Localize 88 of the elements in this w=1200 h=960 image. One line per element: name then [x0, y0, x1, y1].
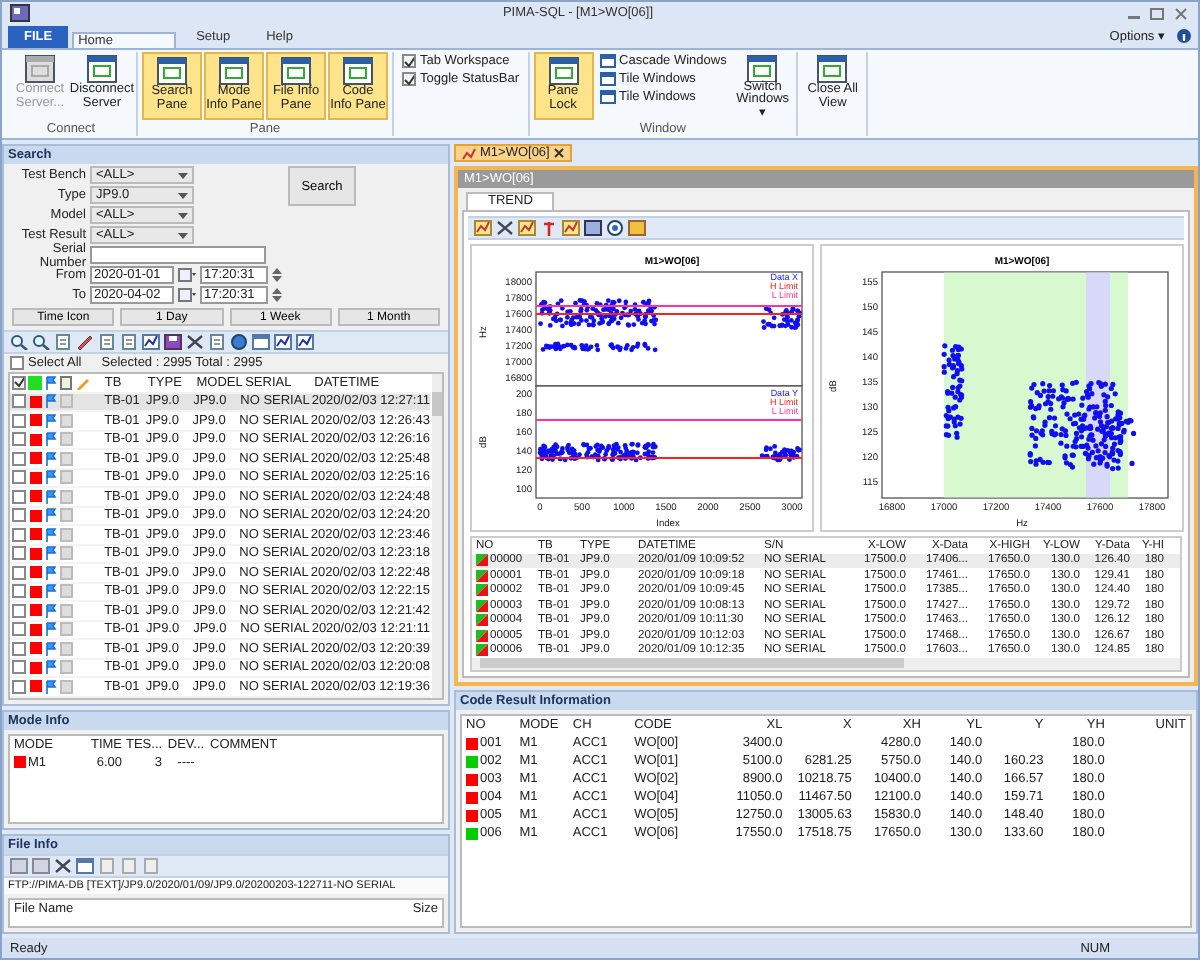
chart-icon[interactable] — [274, 334, 292, 350]
window-icon[interactable] — [76, 857, 94, 873]
caret-icon — [178, 231, 188, 239]
globe-icon[interactable] — [606, 220, 624, 236]
search-icon[interactable] — [32, 334, 50, 350]
caret-icon — [178, 191, 188, 199]
window-icon — [547, 56, 580, 86]
spinner-icon[interactable] — [272, 268, 282, 282]
calendar-icon[interactable] — [178, 288, 196, 302]
pencil-icon[interactable] — [76, 334, 94, 350]
row-checkbox[interactable] — [11, 489, 26, 504]
row-checkbox[interactable] — [11, 451, 26, 466]
row-checkbox[interactable] — [11, 470, 26, 485]
info-icon[interactable] — [1176, 28, 1192, 44]
window-icon — [746, 54, 779, 81]
header-checkbox[interactable] — [11, 375, 26, 390]
chart-icon[interactable] — [474, 220, 492, 236]
window-icon — [599, 54, 616, 68]
window-icon — [24, 54, 56, 84]
close-icon[interactable] — [186, 334, 204, 350]
document-icon[interactable] — [98, 334, 116, 350]
window-icon[interactable] — [252, 334, 270, 350]
window-icon — [816, 54, 849, 84]
flag-icon — [44, 413, 59, 428]
row-checkbox[interactable] — [11, 622, 26, 637]
flag-icon — [44, 470, 59, 485]
window-icon — [599, 90, 616, 104]
row-checkbox[interactable] — [11, 527, 26, 542]
flag-icon — [44, 394, 59, 409]
flag-icon — [44, 641, 59, 656]
row-checkbox[interactable] — [11, 432, 26, 447]
pin-icon[interactable] — [540, 220, 558, 236]
document-icon — [60, 375, 75, 390]
document-icon[interactable] — [120, 334, 138, 350]
flag-icon — [44, 546, 59, 561]
checkmark-icon — [13, 376, 24, 389]
flag-icon — [44, 660, 59, 675]
flag-icon — [44, 565, 59, 580]
status-header-icon — [28, 375, 43, 390]
window-icon — [280, 56, 312, 86]
flag-icon — [44, 451, 59, 466]
chart-icon[interactable] — [142, 334, 160, 350]
window-icon — [86, 54, 118, 84]
flag-icon — [44, 527, 59, 542]
caret-icon — [178, 211, 188, 219]
flag-icon — [44, 489, 59, 504]
row-checkbox[interactable] — [11, 660, 26, 675]
row-checkbox[interactable] — [11, 641, 26, 656]
flag-icon — [44, 679, 59, 694]
row-checkbox[interactable] — [11, 546, 26, 561]
row-checkbox[interactable] — [11, 679, 26, 694]
row-checkbox[interactable] — [11, 603, 26, 618]
chart-icon[interactable] — [562, 220, 580, 236]
scrollbar[interactable] — [472, 658, 1180, 670]
flag-icon — [44, 584, 59, 599]
window-icon — [342, 56, 374, 86]
window-icon — [218, 56, 250, 86]
document-icon[interactable] — [208, 334, 226, 350]
row-checkbox[interactable] — [11, 584, 26, 599]
text-field[interactable] — [90, 246, 266, 264]
window-controls-icon[interactable] — [1126, 5, 1190, 21]
calendar-icon[interactable] — [178, 268, 196, 282]
flag-icon — [44, 432, 59, 447]
search-icon[interactable] — [10, 334, 28, 350]
caret-icon — [178, 171, 188, 179]
scrollbar[interactable] — [432, 374, 442, 697]
close-icon[interactable] — [54, 857, 72, 873]
app-icon — [10, 4, 30, 22]
row-checkbox[interactable] — [11, 565, 26, 580]
close-icon[interactable] — [553, 148, 564, 158]
flag-icon — [44, 622, 59, 637]
close-icon[interactable] — [496, 220, 514, 236]
chart-icon — [462, 147, 476, 159]
flag-icon — [44, 375, 59, 390]
flag-icon — [44, 508, 59, 523]
checkbox[interactable] — [402, 72, 416, 86]
globe-icon[interactable] — [230, 334, 248, 350]
flag-icon — [44, 603, 59, 618]
window-icon — [599, 72, 616, 86]
row-checkbox[interactable] — [11, 508, 26, 523]
chart-icon[interactable] — [518, 220, 536, 236]
document-icon[interactable] — [54, 334, 72, 350]
checkbox[interactable] — [402, 54, 416, 68]
row-checkbox[interactable] — [11, 413, 26, 428]
spinner-icon[interactable] — [272, 288, 282, 302]
window-icon — [156, 56, 188, 86]
chart-icon[interactable] — [296, 334, 314, 350]
row-checkbox[interactable] — [11, 394, 26, 409]
